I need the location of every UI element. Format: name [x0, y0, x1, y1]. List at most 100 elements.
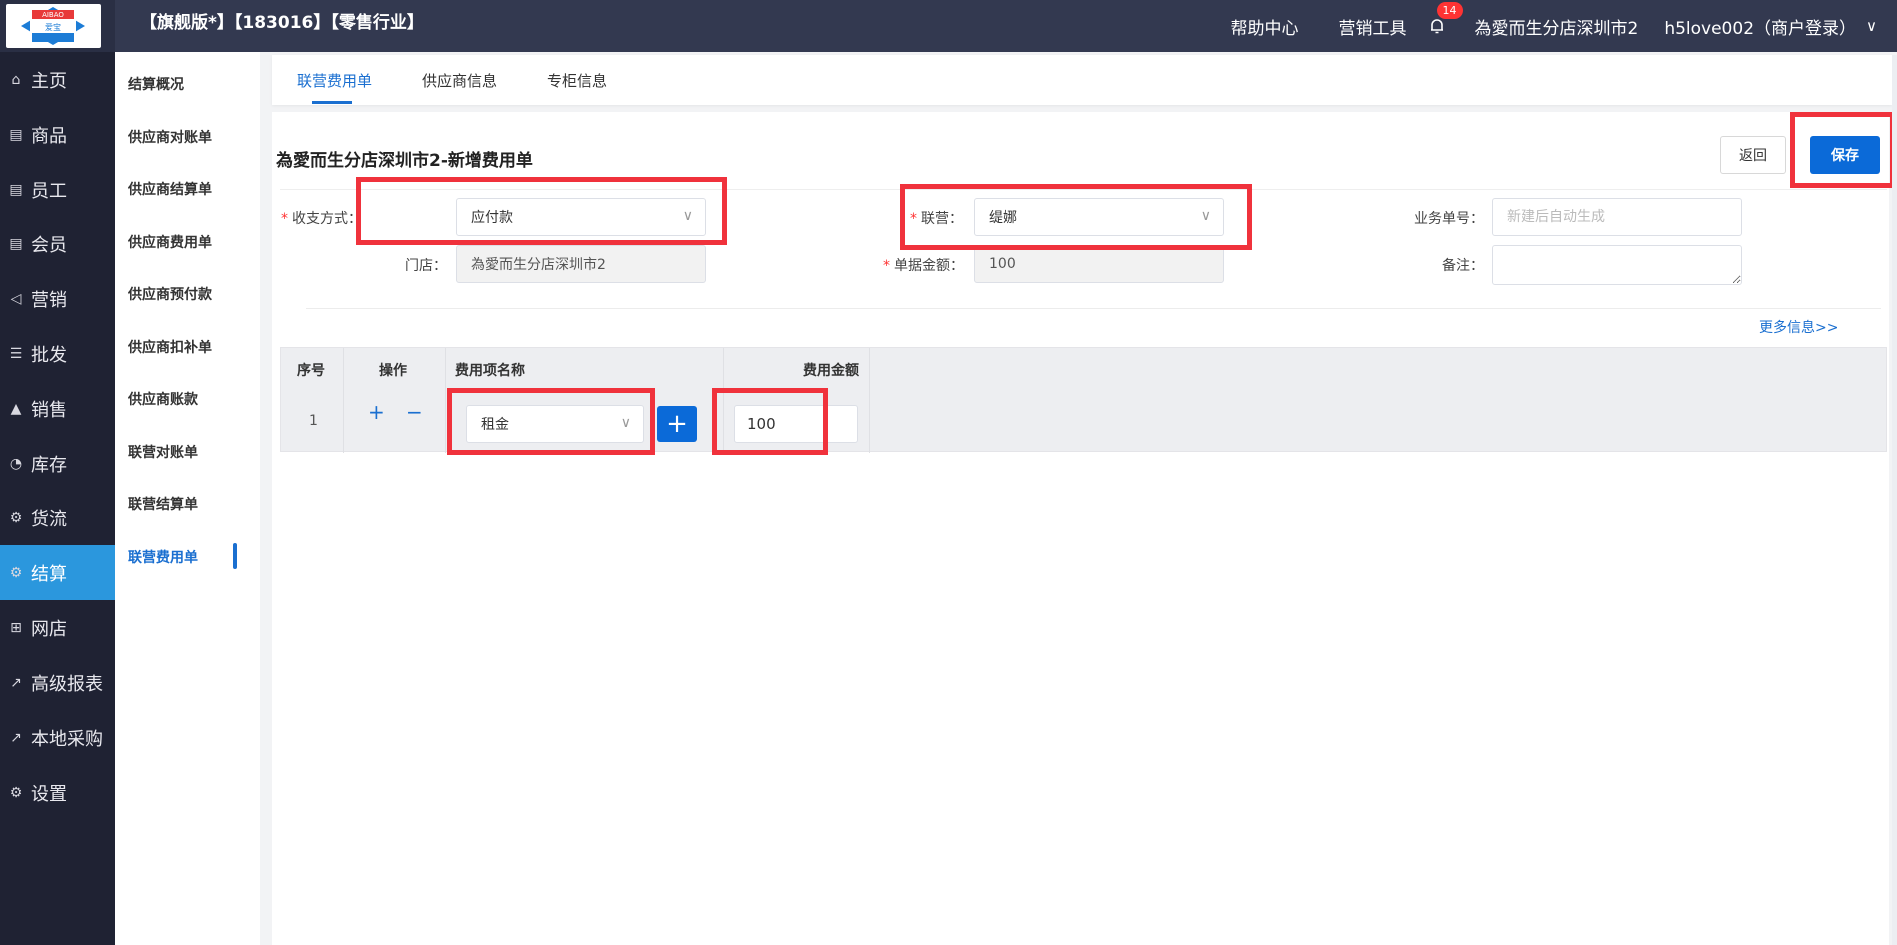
table-header: 费用项名称 — [455, 363, 525, 379]
current-store[interactable]: 為愛而生分店深圳市2 — [1475, 14, 1639, 39]
line-chart-icon: ↗ — [10, 674, 22, 691]
main-sidebar: ⌂ 主页 ▤ 商品 ▤ 员工 ▤ 会员 ◁ 营销 ☰ 批发 ▲ 销售 ◔ 库存 ⚙ 货流 ⚙ 结算 ⊞ 网店 ↗ 高级报表 ↗ 本… — [0, 52, 115, 945]
sidebar-item-label: 主页 — [31, 70, 67, 92]
sidebar-item-logistics[interactable]: ⚙ 货流 — [0, 490, 115, 545]
sidebar-item-purchase-chart[interactable]: ↗ 本地采购 — [0, 710, 115, 765]
store-label: 门店： — [405, 258, 447, 274]
sidebar-item-label: 高级报表 — [31, 673, 103, 695]
scrollbar[interactable] — [1892, 55, 1897, 945]
sidebar-item-gear[interactable]: ⚙ 设置 — [0, 765, 115, 820]
subnav-item[interactable]: 供应商结算单 — [128, 179, 212, 199]
sidebar-item-label: 库存 — [31, 454, 67, 476]
sidebar-item-label: 网店 — [31, 618, 67, 640]
highlight-box — [1790, 112, 1895, 188]
sidebar-item-label: 批发 — [31, 344, 67, 366]
subnav-item[interactable]: 结算概况 — [128, 74, 184, 94]
business-number-field[interactable] — [1492, 198, 1742, 236]
sidebar-item-wholesale[interactable]: ☰ 批发 — [0, 326, 115, 381]
sidebar-item-member[interactable]: ▤ 会员 — [0, 216, 115, 271]
sidebar-item-pie-chart[interactable]: ◔ 库存 — [0, 436, 115, 491]
sidebar-item-goods[interactable]: ▤ 商品 — [0, 107, 115, 162]
active-subnav-indicator — [233, 542, 237, 569]
wholesale-icon: ☰ — [9, 345, 23, 362]
staff-icon: ▤ — [9, 181, 23, 198]
business-number-label: 业务单号： — [1414, 211, 1484, 227]
table-col-index: 序号 1 — [281, 348, 344, 453]
highlight-box — [712, 388, 828, 455]
sidebar-item-label: 商品 — [31, 125, 67, 147]
brand-text: 【旗舰版*】【183016】【零售行业】 — [140, 13, 424, 33]
divider — [306, 308, 1881, 309]
table-header: 序号 — [297, 363, 325, 379]
store-field: 為愛而生分店深圳市2 — [456, 245, 706, 283]
more-info-link[interactable]: 更多信息>> — [1759, 317, 1838, 337]
marketing-tools-link[interactable]: 营销工具 — [1339, 14, 1407, 39]
table-header: 操作 — [379, 363, 407, 379]
user-menu[interactable]: h5love002（商户登录） ∨ — [1664, 14, 1877, 39]
sidebar-item-label: 销售 — [31, 399, 67, 421]
sidebar-item-label: 本地采购 — [31, 728, 103, 750]
sidebar-item-label: 结算 — [31, 563, 67, 585]
top-bar: AIBAO 爱宝 【旗舰版*】【183016】【零售行业】 帮助中心 营销工具 … — [0, 0, 1897, 52]
table-header: 费用金额 — [803, 363, 859, 379]
notification-bell-icon[interactable]: 14 — [1425, 2, 1463, 38]
user-name: h5love002（商户登录） — [1664, 18, 1857, 39]
logistics-icon: ⚙ — [9, 509, 23, 526]
tab-joint-fee-doc[interactable]: 联营费用单 — [297, 70, 372, 91]
gift-icon: ⊞ — [10, 619, 22, 636]
page-title: 為愛而生分店深圳市2-新增费用单 — [276, 151, 533, 171]
remark-field[interactable] — [1492, 245, 1742, 285]
sidebar-item-staff[interactable]: ▤ 员工 — [0, 162, 115, 217]
chevron-down-icon: ∨ — [1866, 17, 1877, 35]
subnav-item[interactable]: 联营对账单 — [128, 442, 198, 462]
remove-row-icon[interactable]: − — [406, 402, 423, 422]
pie-chart-icon: ◔ — [9, 455, 23, 472]
subnav-item[interactable]: 供应商费用单 — [128, 232, 212, 252]
sidebar-item-megaphone[interactable]: ◁ 营销 — [0, 271, 115, 326]
sidebar-item-label: 营销 — [31, 289, 67, 311]
active-tab-underline — [312, 101, 352, 104]
subnav-item[interactable]: 联营费用单 — [128, 547, 198, 567]
sidebar-item-settlement[interactable]: ⚙ 结算 — [0, 545, 115, 600]
sidebar-item-label: 货流 — [31, 508, 67, 530]
back-button[interactable]: 返回 — [1720, 136, 1786, 174]
notification-badge: 14 — [1436, 2, 1463, 19]
subnav-item[interactable]: 联营结算单 — [128, 494, 198, 514]
row-index: 1 — [309, 413, 318, 429]
member-icon: ▤ — [9, 235, 23, 252]
tab-bar: 联营费用单 供应商信息 专柜信息 — [272, 55, 1892, 105]
svg-text:AIBAO: AIBAO — [42, 11, 64, 19]
tab-counter-info[interactable]: 专柜信息 — [547, 70, 607, 91]
sidebar-item-sales-chart[interactable]: ▲ 销售 — [0, 381, 115, 436]
highlight-box — [447, 388, 655, 455]
subnav-item[interactable]: 供应商预付款 — [128, 284, 212, 304]
settlement-subnav: 结算概况供应商对账单 供应商结算单 供应商费用单 供应商预付款 供应商扣补单 供应商账款联… — [115, 52, 260, 945]
sidebar-item-label: 设置 — [31, 783, 67, 805]
highlight-box — [900, 184, 1252, 250]
home-icon: ⌂ — [11, 71, 21, 88]
megaphone-icon: ◁ — [10, 290, 22, 307]
sales-chart-icon: ▲ — [10, 400, 22, 417]
remark-label: 备注： — [1442, 258, 1484, 274]
add-fee-item-button[interactable]: + — [657, 406, 697, 442]
sidebar-item-label: 会员 — [31, 234, 67, 256]
subnav-item[interactable]: 供应商扣补单 — [128, 337, 212, 357]
purchase-chart-icon: ↗ — [10, 729, 22, 746]
subnav-item[interactable]: 供应商账款 — [128, 389, 198, 409]
document-amount-field: 100 — [974, 245, 1224, 283]
add-row-icon[interactable]: + — [368, 402, 385, 422]
logo[interactable]: AIBAO 爱宝 — [0, 0, 115, 52]
document-amount-label: * 单据金额： — [883, 258, 964, 274]
sidebar-item-home[interactable]: ⌂ 主页 — [0, 52, 115, 107]
aibao-logo-icon: AIBAO 爱宝 — [6, 4, 101, 48]
help-center-link[interactable]: 帮助中心 — [1231, 14, 1299, 39]
sidebar-item-gift[interactable]: ⊞ 网店 — [0, 600, 115, 655]
payment-method-label: * 收支方式： — [281, 211, 362, 227]
svg-text:爱宝: 爱宝 — [45, 22, 61, 32]
sidebar-item-label: 员工 — [31, 180, 67, 202]
subnav-item[interactable]: 供应商对账单 — [128, 127, 212, 147]
goods-icon: ▤ — [9, 126, 23, 143]
sidebar-item-line-chart[interactable]: ↗ 高级报表 — [0, 655, 115, 710]
tab-supplier-info[interactable]: 供应商信息 — [422, 70, 497, 91]
highlight-box — [356, 177, 727, 245]
